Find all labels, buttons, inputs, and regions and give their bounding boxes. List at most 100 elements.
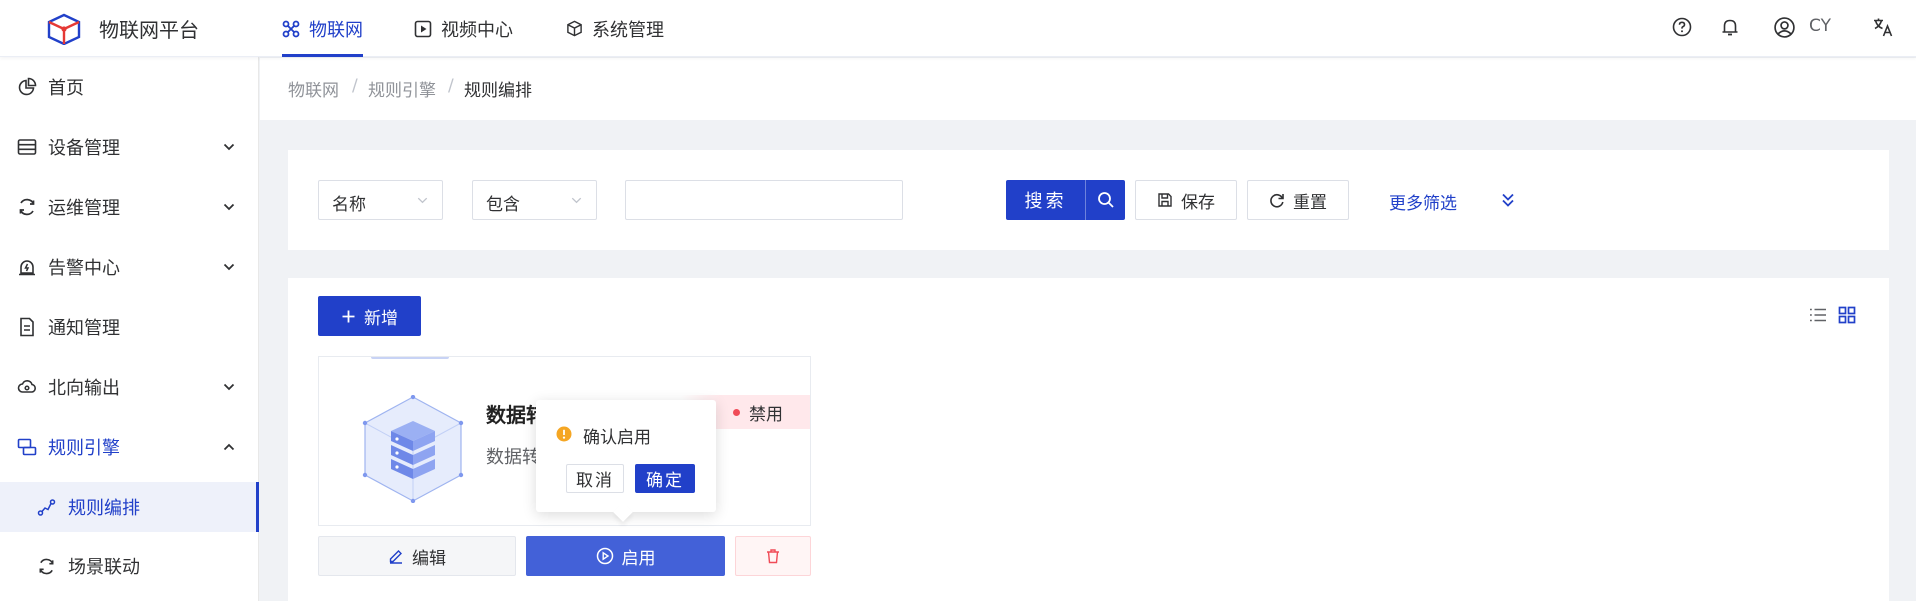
chevron-up-icon [221, 439, 237, 455]
edit-button-label: 编辑 [412, 548, 446, 569]
sidebar-item-label: 运维管理 [48, 198, 120, 219]
trash-icon [765, 548, 781, 564]
edit-icon [388, 548, 404, 564]
sidebar-subitem-label: 规则编排 [68, 498, 140, 519]
video-play-icon [414, 20, 432, 38]
breadcrumb-item[interactable]: 物联网 [288, 76, 339, 101]
app-title: 物联网平台 [99, 18, 199, 42]
topnav-iot[interactable]: 物联网 [282, 0, 363, 57]
card-top-accent [371, 357, 449, 359]
pie-chart-icon [17, 77, 37, 97]
grid-view-icon[interactable] [1838, 306, 1856, 324]
server-cube-icon [361, 395, 465, 503]
sidebar-item-label: 设备管理 [48, 138, 120, 159]
save-button-label: 保存 [1181, 192, 1215, 213]
add-button-label: 新增 [364, 308, 398, 329]
device-list-icon [17, 137, 37, 157]
more-filter-link[interactable]: 更多筛选 [1389, 189, 1457, 214]
sidebar-item-label: 告警中心 [48, 258, 120, 279]
help-icon[interactable] [1671, 16, 1693, 38]
cloud-output-icon [17, 377, 37, 397]
search-icon-button[interactable] [1085, 180, 1125, 220]
topnav-system[interactable]: 系统管理 [566, 0, 664, 57]
list-view-icon[interactable] [1809, 306, 1827, 324]
search-button-label: 搜索 [1024, 191, 1067, 212]
alarm-icon [17, 257, 37, 277]
chevron-down-icon [221, 199, 237, 215]
sidebar-item-ops[interactable]: 运维管理 [0, 177, 259, 237]
sidebar-item-label: 规则引擎 [48, 438, 120, 459]
flow-icon [37, 498, 56, 517]
cube-icon [566, 20, 583, 37]
sidebar-item-notify[interactable]: 通知管理 [0, 297, 259, 357]
app-logo-icon [46, 13, 82, 45]
edit-button[interactable]: 编辑 [318, 536, 516, 576]
sidebar-item-label: 北向输出 [48, 378, 120, 399]
card-description: 数据转 [486, 447, 540, 468]
sidebar: 首页 设备管理 运维管理 告警中心 通知管理 北向输出 规则引擎 规则编排 场景… [0, 57, 259, 601]
list-panel: 新增 数据转 数据转 禁用 编辑 启用 [288, 278, 1889, 601]
status-dot [733, 408, 740, 416]
top-bar: 物联网平台 物联网 视频中心 系统管理 CY [0, 0, 1916, 57]
user-name[interactable]: CY [1809, 16, 1831, 36]
topnav-video[interactable]: 视频中心 [414, 0, 513, 57]
sidebar-item-northbound[interactable]: 北向输出 [0, 357, 259, 417]
sidebar-item-alarm[interactable]: 告警中心 [0, 237, 259, 297]
operator-select-value: 包含 [486, 195, 520, 215]
breadcrumb-separator: / [352, 76, 358, 96]
document-icon [17, 317, 37, 337]
linkage-icon [37, 557, 56, 576]
sidebar-subitem-label: 场景联动 [68, 557, 140, 578]
sidebar-item-label: 通知管理 [48, 318, 120, 339]
sidebar-subitem-rule-orchestration[interactable]: 规则编排 [0, 482, 259, 532]
plus-icon [341, 309, 356, 324]
breadcrumb-separator: / [448, 76, 454, 96]
topnav-iot-label: 物联网 [309, 19, 363, 41]
chevron-down-icon [569, 193, 584, 208]
popconfirm-confirm-button[interactable]: 确定 [635, 464, 695, 493]
field-select-value: 名称 [332, 195, 366, 215]
play-circle-icon [596, 547, 614, 565]
popconfirm-cancel-button[interactable]: 取消 [566, 464, 624, 493]
breadcrumb-current: 规则编排 [464, 81, 532, 101]
sidebar-subitem-scene-linkage[interactable]: 场景联动 [0, 541, 259, 591]
reset-button-label: 重置 [1293, 192, 1327, 213]
filter-value-input[interactable] [625, 180, 903, 220]
enable-button[interactable]: 启用 [526, 536, 725, 576]
delete-button[interactable] [735, 536, 811, 576]
double-chevron-down-icon[interactable] [1499, 191, 1517, 209]
chevron-down-icon [221, 139, 237, 155]
reset-button[interactable]: 重置 [1247, 180, 1349, 220]
status-label: 禁用 [749, 404, 783, 425]
popconfirm-message: 确认启用 [583, 428, 651, 448]
search-button[interactable]: 搜索 [1006, 180, 1085, 220]
enable-button-label: 启用 [621, 548, 656, 569]
topnav-system-label: 系统管理 [592, 19, 664, 41]
topnav-video-label: 视频中心 [441, 19, 513, 41]
iot-grid-icon [282, 20, 300, 38]
sidebar-item-home[interactable]: 首页 [0, 57, 259, 117]
breadcrumb-item[interactable]: 规则引擎 [368, 76, 436, 101]
rule-engine-icon [17, 437, 37, 457]
warning-icon [556, 426, 572, 442]
ops-cycle-icon [17, 197, 37, 217]
chevron-down-icon [221, 379, 237, 395]
filter-panel: 名称 包含 搜索 保存 重置 更多筛选 [288, 150, 1889, 250]
bell-icon[interactable] [1719, 16, 1741, 38]
sidebar-item-label: 首页 [48, 78, 84, 99]
sidebar-item-device[interactable]: 设备管理 [0, 117, 259, 177]
enable-popconfirm: 确认启用 取消 确定 [536, 400, 716, 522]
field-select[interactable]: 名称 [318, 180, 443, 220]
translate-icon[interactable] [1872, 16, 1894, 38]
add-button[interactable]: 新增 [318, 296, 421, 336]
save-button[interactable]: 保存 [1135, 180, 1237, 220]
save-icon [1157, 192, 1173, 208]
sidebar-item-rule-engine[interactable]: 规则引擎 [0, 417, 259, 477]
operator-select[interactable]: 包含 [472, 180, 597, 220]
search-icon [1097, 191, 1115, 209]
refresh-icon [1269, 192, 1285, 208]
chevron-down-icon [415, 193, 430, 208]
user-avatar-icon[interactable] [1773, 16, 1795, 38]
chevron-down-icon [221, 259, 237, 275]
breadcrumb: 物联网 / 规则引擎 / 规则编排 [260, 58, 1916, 120]
